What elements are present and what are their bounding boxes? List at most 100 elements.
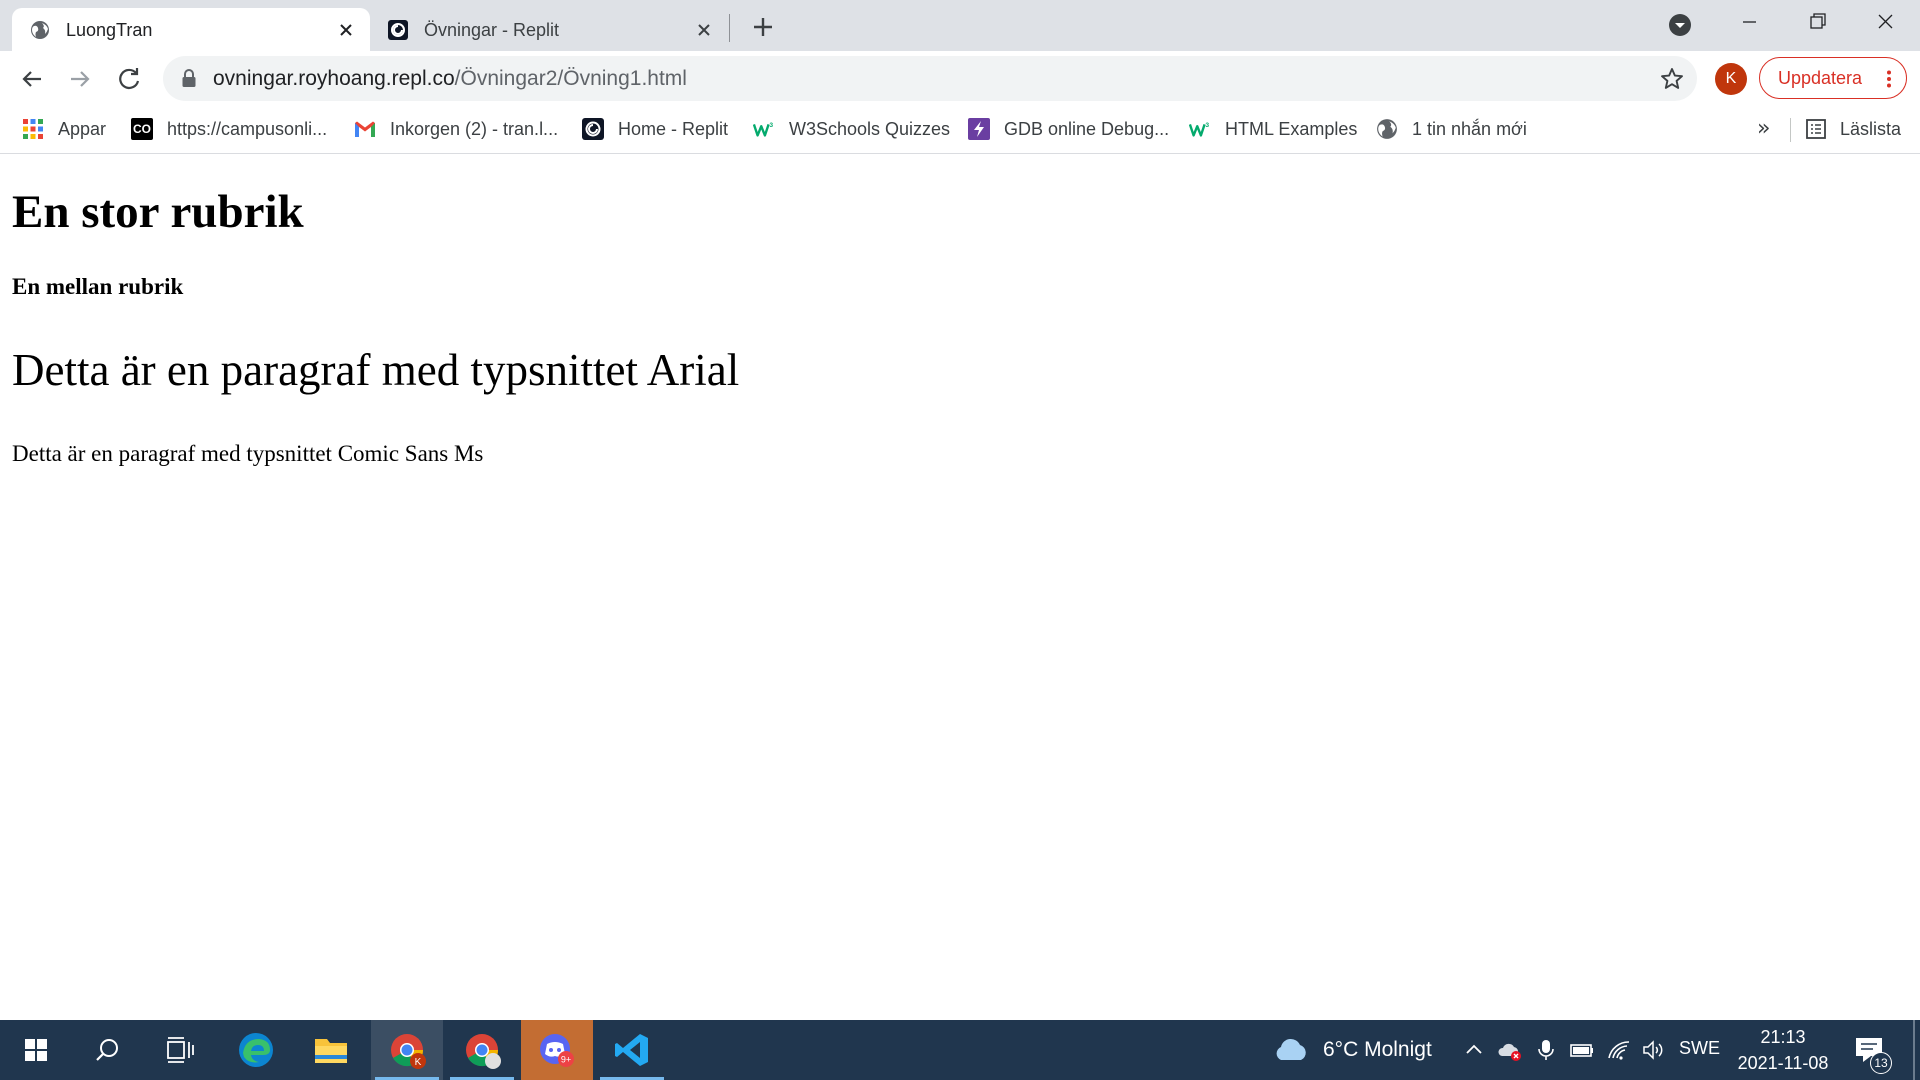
folder-icon [315, 1039, 347, 1063]
gdb-icon [968, 118, 990, 140]
tab-divider [729, 14, 730, 42]
replit-icon [388, 20, 408, 40]
windows-logo-icon [25, 1039, 47, 1061]
bookmark-gmail[interactable]: Inkorgen (2) - tran.l... [354, 114, 558, 144]
globe-icon [31, 21, 49, 39]
tab-search-icon[interactable] [1668, 13, 1692, 37]
taskbar-chrome-second[interactable] [446, 1020, 518, 1080]
replit-icon [582, 118, 604, 140]
volume-icon[interactable] [1641, 1038, 1665, 1062]
co-icon-text: CO [133, 122, 151, 136]
tab-title: Övningar - Replit [424, 20, 560, 40]
taskbar-file-explorer[interactable] [295, 1020, 367, 1080]
wifi-icon[interactable] [1607, 1038, 1631, 1062]
url-text[interactable]: ovningar.royhoang.repl.co/Övningar2/Övni… [213, 67, 687, 91]
globe-icon [1376, 118, 1398, 140]
page-content: En stor rubrik En mellan rubrik Detta är… [0, 155, 1920, 1020]
w3schools-icon: 3 [1189, 118, 1211, 140]
bookmark-w3schools-quizzes[interactable]: 3 W3Schools Quizzes [753, 114, 950, 144]
bookmark-label: 1 tin nhắn mới [1412, 118, 1527, 139]
reading-list-icon [1806, 119, 1826, 139]
minimize-icon[interactable] [1729, 8, 1769, 36]
search-icon [96, 1039, 118, 1061]
edge-icon [239, 1033, 273, 1067]
reading-list-button[interactable]: Läslista [1806, 114, 1901, 144]
input-language[interactable]: SWE [1679, 1038, 1720, 1059]
bookmark-html-examples[interactable]: 3 HTML Examples [1189, 114, 1357, 144]
paragraph-arial: Detta är en paragraf med typsnittet Aria… [12, 345, 740, 395]
notification-count-badge: 13 [1870, 1052, 1892, 1074]
bookmarks-divider [1790, 118, 1791, 142]
more-menu-icon[interactable] [1886, 70, 1892, 88]
clock-date: 2021-11-08 [1737, 1053, 1829, 1073]
update-button-label: Uppdatera [1778, 67, 1863, 88]
taskbar-edge[interactable] [220, 1020, 292, 1080]
update-button[interactable]: Uppdatera [1759, 57, 1907, 99]
paragraph-comic-sans: Detta är en paragraf med typsnittet Comi… [12, 441, 484, 466]
task-view-icon [167, 1037, 194, 1063]
new-tab-icon[interactable] [746, 10, 780, 44]
show-desktop-button[interactable] [1913, 1020, 1915, 1080]
weather-text: 6°C Molnigt [1323, 1038, 1432, 1061]
clock-time: 21:13 [1760, 1027, 1806, 1047]
tab-luongtran[interactable]: LuongTran [12, 8, 370, 51]
forward-arrow-icon[interactable] [63, 62, 97, 96]
tab-strip: LuongTran Övningar - Replit [0, 0, 1920, 51]
bookmark-home-replit[interactable]: Home - Replit [582, 114, 728, 144]
bookmark-star-icon[interactable] [1659, 66, 1685, 92]
bookmark-tin-nhan[interactable]: 1 tin nhắn mới [1376, 114, 1527, 144]
chrome-icon [466, 1034, 501, 1069]
window-close-icon[interactable] [1865, 8, 1905, 36]
restore-icon[interactable] [1797, 8, 1837, 36]
gmail-icon [354, 118, 376, 140]
microphone-icon[interactable] [1534, 1038, 1558, 1062]
page-heading-medium: En mellan rubrik [12, 274, 184, 299]
windows-taskbar: K 9+ 6°C Molnigt SWE 21:13 2021-11-08 13 [0, 1020, 1920, 1080]
close-icon[interactable] [694, 20, 714, 40]
close-icon[interactable] [336, 20, 356, 40]
battery-icon[interactable] [1570, 1038, 1594, 1062]
task-view-button[interactable] [144, 1020, 216, 1080]
bookmarks-bar: Appar CO https://campusonli... Inkorgen … [0, 106, 1920, 154]
discord-badge: 9+ [561, 1055, 571, 1065]
bookmark-apps[interactable]: Appar [22, 114, 106, 144]
taskbar-vscode[interactable] [596, 1020, 668, 1080]
taskbar-chrome-active[interactable]: K [371, 1020, 443, 1080]
taskbar-search-button[interactable] [72, 1020, 144, 1080]
taskbar-clock[interactable]: 21:13 2021-11-08 [1730, 1024, 1836, 1076]
back-arrow-icon[interactable] [15, 62, 49, 96]
chevron-up-icon[interactable] [1462, 1038, 1486, 1062]
reload-icon[interactable] [112, 62, 146, 96]
bookmark-label: HTML Examples [1225, 118, 1358, 139]
bookmark-campusonline[interactable]: CO https://campusonli... [131, 114, 327, 144]
bookmark-label: GDB online Debug... [1004, 118, 1170, 139]
bookmarks-overflow-icon[interactable]: » [1757, 116, 1770, 141]
taskbar-discord[interactable]: 9+ [521, 1020, 593, 1080]
onedrive-error-icon[interactable] [1498, 1038, 1522, 1062]
page-heading-large: En stor rubrik [12, 186, 304, 238]
bookmark-gdb-online[interactable]: GDB online Debug... [968, 114, 1169, 144]
bookmark-label: https://campusonli... [167, 118, 328, 139]
weather-widget[interactable]: 6°C Molnigt [1273, 1034, 1432, 1066]
tab-title: LuongTran [66, 20, 153, 40]
start-button[interactable] [0, 1020, 72, 1080]
chrome-icon: K [391, 1034, 426, 1069]
w3schools-icon: 3 [753, 118, 775, 140]
bookmark-label: W3Schools Quizzes [789, 118, 951, 139]
profile-avatar[interactable]: K [1715, 63, 1747, 95]
lock-icon[interactable] [181, 69, 197, 88]
apps-grid-icon [22, 118, 44, 140]
svg-text:3: 3 [1206, 122, 1210, 129]
bookmark-label: Home - Replit [618, 118, 729, 139]
svg-text:3: 3 [770, 122, 774, 129]
bookmark-label: Inkorgen (2) - tran.l... [390, 118, 559, 139]
url-path: /Övningar2/Övning1.html [454, 67, 687, 90]
address-bar[interactable]: ovningar.royhoang.repl.co/Övningar2/Övni… [163, 56, 1697, 101]
tab-ovningar-replit[interactable]: Övningar - Replit [370, 8, 728, 51]
url-host: ovningar.royhoang.repl.co [213, 67, 455, 90]
browser-toolbar: ovningar.royhoang.repl.co/Övningar2/Övni… [0, 51, 1920, 106]
bookmark-label: Appar [58, 118, 107, 139]
co-icon: CO [131, 118, 153, 140]
cloud-icon [1276, 1038, 1306, 1060]
discord-icon: 9+ [540, 1034, 574, 1067]
